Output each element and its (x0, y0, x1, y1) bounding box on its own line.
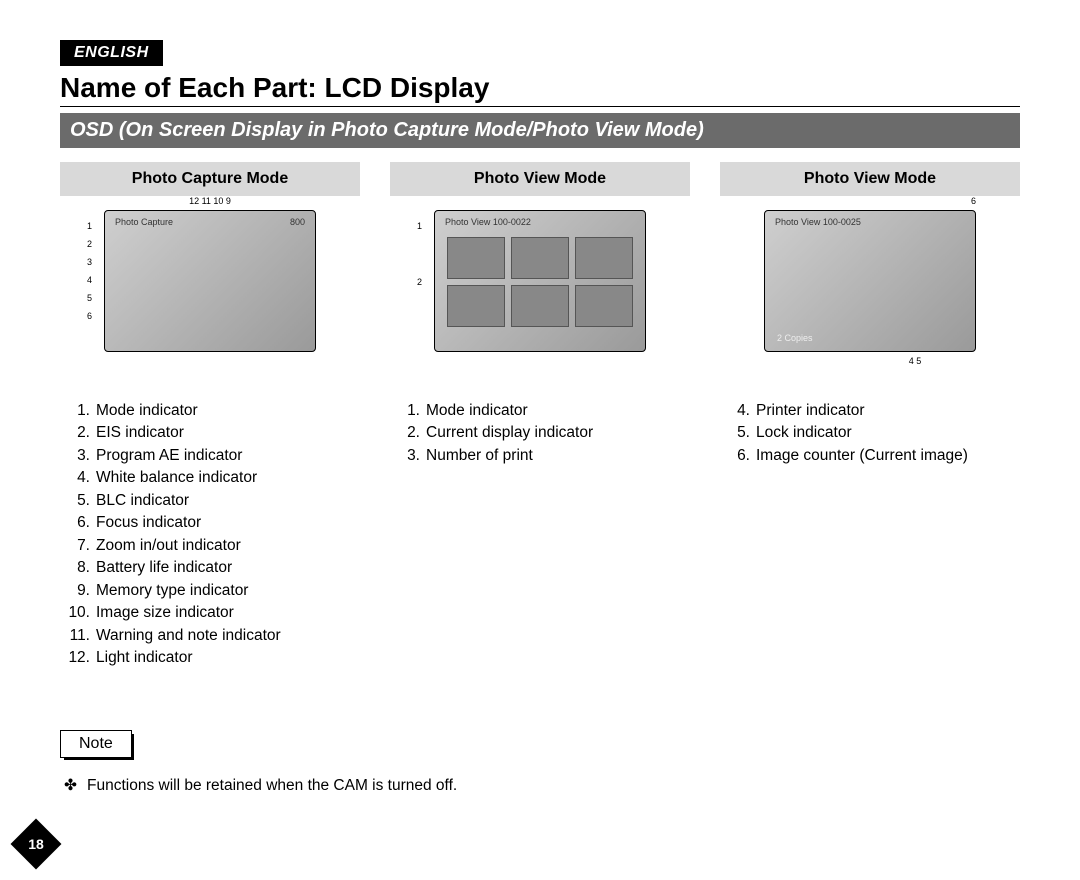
title-rule (60, 106, 1020, 107)
top-callouts: 6 (764, 196, 1016, 206)
columns: Photo Capture Mode 12 11 10 9 Photo Capt… (60, 162, 1020, 670)
lcd-copies-text: 2 Copies (777, 333, 813, 343)
lcd-screen: Photo Capture 800 123456 (104, 210, 316, 352)
lcd-mode-text: Photo Capture (115, 217, 173, 227)
bottom-callouts: 4 5 (764, 356, 976, 366)
note-section: Note ✤Functions will be retained when th… (60, 730, 1020, 795)
manual-page: ENGLISH Name of Each Part: LCD Display O… (0, 0, 1080, 880)
thumbnail-grid (447, 237, 633, 327)
lcd-screen: Photo View 100-0025 2 Copies (764, 210, 976, 352)
column-photo-view-single: Photo View Mode 6 Photo View 100-0025 2 … (720, 162, 1020, 670)
column-photo-view-thumbs: Photo View Mode Photo View 100-0022 12 (390, 162, 690, 670)
note-label: Note (60, 730, 132, 758)
page-number: 18 (18, 826, 54, 862)
language-tab: ENGLISH (60, 40, 163, 66)
column-head: Photo View Mode (390, 162, 690, 196)
left-callouts: 12 (417, 217, 422, 291)
note-text-line: ✤Functions will be retained when the CAM… (60, 776, 1020, 795)
indicator-list: 1.Mode indicator 2.Current display indic… (390, 400, 690, 467)
lcd-size-text: 800 (290, 217, 305, 227)
page-number-badge: 18 (18, 826, 54, 862)
top-callouts: 12 11 10 9 (104, 196, 316, 206)
column-head: Photo Capture Mode (60, 162, 360, 196)
lcd-mode-text: Photo View 100-0025 (775, 217, 861, 227)
indicator-list: 1.Mode indicator 2.EIS indicator 3.Progr… (60, 400, 360, 670)
column-photo-capture: Photo Capture Mode 12 11 10 9 Photo Capt… (60, 162, 360, 670)
section-subhead: OSD (On Screen Display in Photo Capture … (60, 113, 1020, 148)
lcd-screen: Photo View 100-0022 12 (434, 210, 646, 352)
page-title: Name of Each Part: LCD Display (60, 72, 1020, 104)
lcd-diagram-capture: 12 11 10 9 Photo Capture 800 123456 (60, 210, 360, 400)
lcd-diagram-view-single: 6 Photo View 100-0025 2 Copies 4 5 (720, 210, 1020, 400)
indicator-list: 4.Printer indicator 5.Lock indicator 6.I… (720, 400, 1020, 467)
column-head: Photo View Mode (720, 162, 1020, 196)
lcd-diagram-view-thumbs: Photo View 100-0022 12 (390, 210, 690, 400)
lcd-mode-text: Photo View 100-0022 (445, 217, 531, 227)
bullet-icon: ✤ (64, 777, 77, 794)
left-callouts: 123456 (87, 217, 92, 325)
